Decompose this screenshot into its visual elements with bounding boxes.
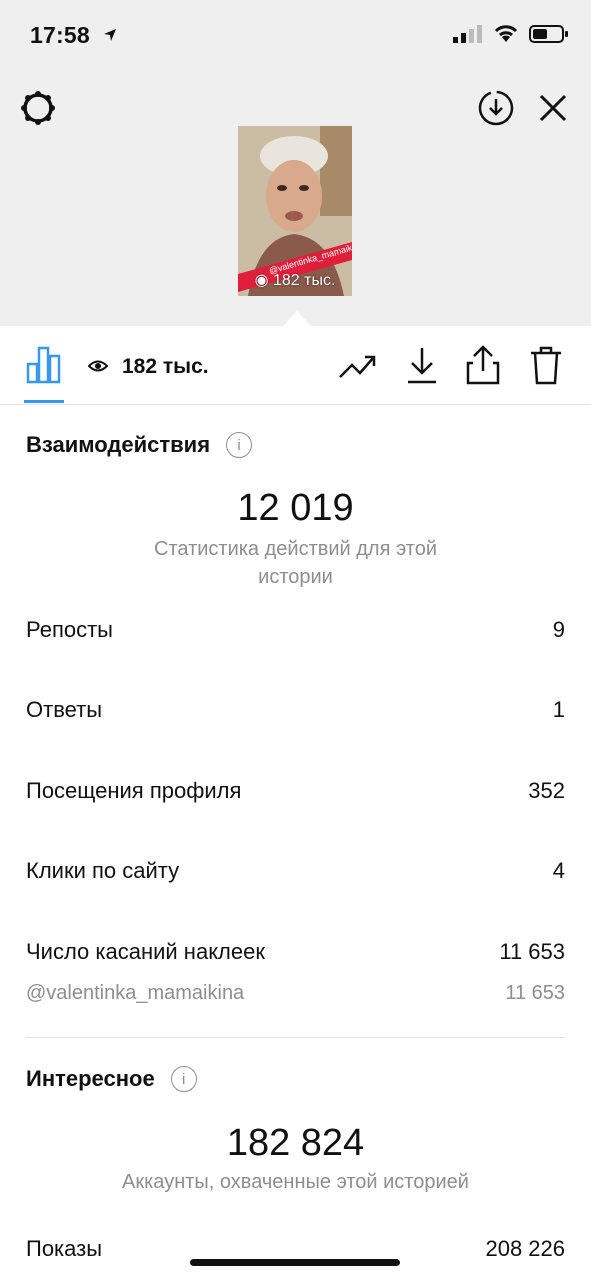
share-icon[interactable] [463,344,503,386]
download-icon[interactable] [402,344,442,386]
home-indicator[interactable] [190,1259,400,1266]
section-divider [26,1037,565,1038]
stat-subrow-mention[interactable]: @valentinka_mamaikina 11 653 [26,982,565,1005]
delete-trash-icon[interactable] [526,344,566,386]
stat-row-replies: Ответы 1 [26,697,565,722]
stat-row-profile-visits: Посещения профиля 352 [26,778,565,803]
story-views-count: 182 тыс. [87,355,209,379]
stat-row-website-clicks: Клики по сайту 4 [26,858,565,883]
interactions-heading: Взаимодействия i [26,432,253,458]
story-preview-area: 17:58 @valentinka_mamaikina ◉ 182 тыс. [0,0,591,326]
status-indicators [453,24,569,44]
eye-icon [87,355,109,379]
wifi-icon [494,25,518,42]
close-icon[interactable] [534,89,572,127]
discovery-total: 182 824 [226,1122,365,1164]
thumbnail-pointer [283,311,311,326]
location-arrow-icon [104,29,116,41]
status-time: 17:58 [30,22,90,48]
eye-icon: ◉ [254,272,269,289]
stat-row-reposts: Репосты 9 [26,617,565,642]
discovery-heading: Интересное i [26,1066,197,1092]
stat-row-sticker-taps: Число касаний наклеек 11 653 [26,939,565,964]
promote-trend-icon[interactable] [338,346,378,386]
interactions-total: 12 019 [237,487,354,529]
thumb-views: ◉ 182 тыс. [254,272,336,289]
signal-icon [453,25,482,43]
insights-tab-icon[interactable] [24,344,64,384]
save-story-icon[interactable] [476,88,516,128]
interactions-caption: Статистика действий для этой истории [154,538,437,588]
discovery-caption: Аккаунты, охваченные этой историей [122,1171,469,1193]
story-thumbnail[interactable]: @valentinka_mamaikina ◉ 182 тыс. [238,126,352,296]
settings-gear-icon[interactable] [18,88,58,128]
active-tab-indicator [24,400,64,403]
info-icon[interactable]: i [170,1066,197,1092]
battery-icon [529,25,568,43]
info-icon[interactable]: i [226,432,253,458]
